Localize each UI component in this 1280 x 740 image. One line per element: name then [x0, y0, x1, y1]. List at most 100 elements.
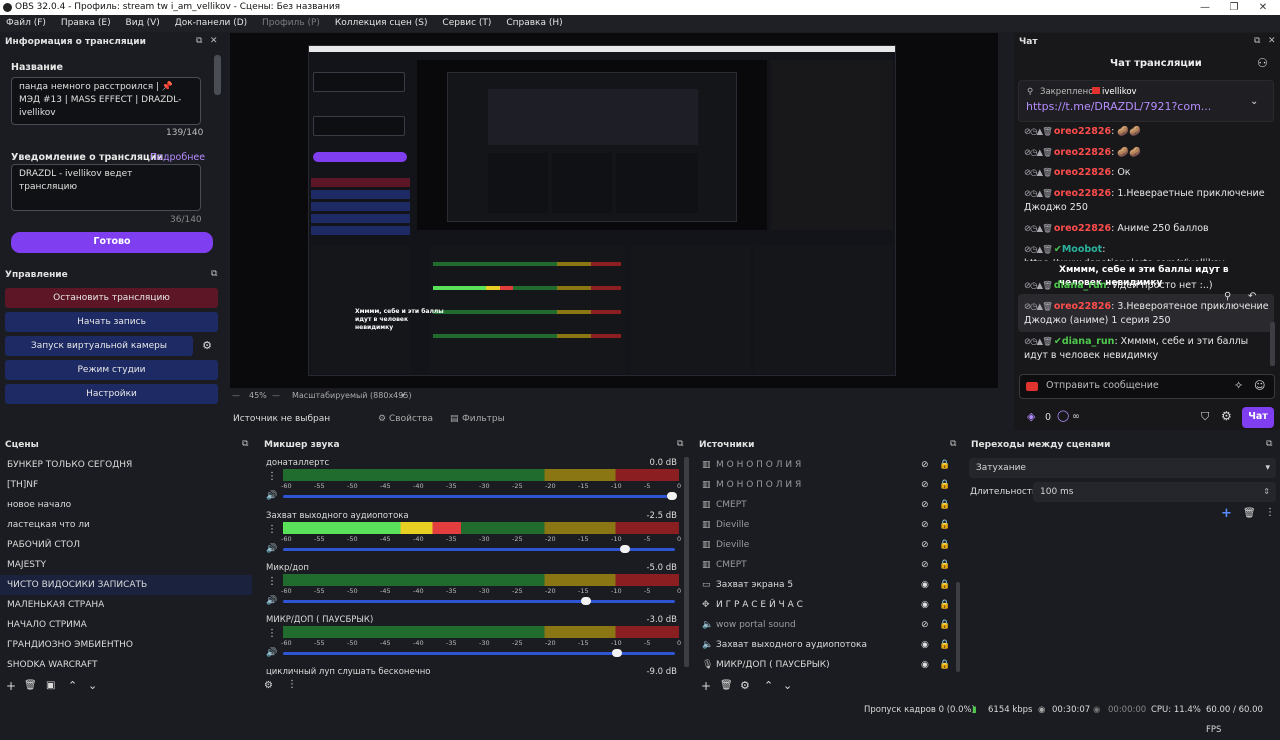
eye-hidden-icon[interactable]: ⊘: [921, 455, 929, 475]
duration-field[interactable]: 100 ms ⇕: [1033, 482, 1276, 502]
menu-scene-collection[interactable]: Коллекция сцен (S): [335, 18, 428, 28]
lock-icon[interactable]: 🔒: [939, 535, 950, 555]
sources-scrollbar[interactable]: [956, 582, 960, 672]
undock-icon[interactable]: ⧉: [1266, 439, 1272, 449]
chat-username[interactable]: oreo22826: [1054, 301, 1111, 312]
lock-icon[interactable]: 🔒: [939, 575, 950, 595]
eye-hidden-icon[interactable]: ⊘: [921, 515, 929, 535]
source-item[interactable]: ▭ Захват экрана 5 ◉ 🔒: [700, 575, 958, 595]
lock-icon[interactable]: 🔒: [939, 455, 950, 475]
source-item[interactable]: 🔈 wow portal sound ⊘ 🔒: [700, 615, 958, 635]
eye-hidden-icon[interactable]: ⊘: [921, 615, 929, 635]
moderation-icons[interactable]: ⊘◷▲🗑: [1024, 245, 1053, 255]
scene-item[interactable]: БУНКЕР ТОЛЬКО СЕГОДНЯ: [0, 455, 252, 475]
source-item[interactable]: ▥ М О Н О П О Л И Я ⊘ 🔒: [700, 455, 958, 475]
start-recording-button[interactable]: Начать запись: [5, 312, 218, 332]
chat-username[interactable]: oreo22826: [1054, 188, 1111, 199]
moderation-icons[interactable]: ⊘◷▲🗑: [1024, 337, 1053, 347]
filters-button[interactable]: Фильтры: [462, 408, 505, 430]
lock-icon[interactable]: 🔒: [939, 495, 950, 515]
properties-button[interactable]: Свойства: [389, 408, 433, 430]
speaker-icon[interactable]: 🔊: [266, 596, 277, 606]
learn-more-link[interactable]: Подробнее: [150, 152, 205, 163]
volume-slider-handle[interactable]: [667, 492, 677, 500]
source-item[interactable]: 🎙 МИКР/ДОП ( ПАУСБРЫК) ◉ 🔒: [700, 655, 958, 675]
move-up-icon[interactable]: ⌃: [764, 679, 773, 692]
menu-tools[interactable]: Сервис (T): [442, 18, 491, 28]
scene-item-selected[interactable]: ЧИСТО ВИДОСИКИ ЗАПИСАТЬ: [0, 575, 252, 595]
add-transition-icon[interactable]: +: [1221, 506, 1232, 521]
moderation-icons[interactable]: ⊘◷▲🗑: [1024, 168, 1053, 178]
move-down-icon[interactable]: ⌄: [783, 679, 792, 692]
gear-icon[interactable]: ⚙: [1221, 409, 1232, 423]
source-item[interactable]: ▥ Dieville ⊘ 🔒: [700, 535, 958, 555]
eye-icon[interactable]: ◉: [921, 635, 929, 655]
scene-item[interactable]: SHODKA WARCRAFT: [0, 655, 252, 675]
speaker-icon[interactable]: 🔊: [266, 491, 277, 501]
undock-icon[interactable]: ⧉: [242, 439, 248, 449]
lock-icon[interactable]: 🔒: [939, 475, 950, 495]
eye-icon[interactable]: ◉: [921, 655, 929, 675]
sparkle-icon[interactable]: ✧: [1234, 379, 1243, 392]
lock-icon[interactable]: 🔒: [939, 595, 950, 615]
volume-slider-track[interactable]: [283, 548, 675, 551]
lock-icon[interactable]: 🔒: [939, 635, 950, 655]
volume-slider-track[interactable]: [283, 495, 675, 498]
move-up-icon[interactable]: ⌃: [68, 679, 77, 692]
chat-username[interactable]: oreo22826: [1054, 167, 1111, 178]
chat-username[interactable]: diana_run: [1054, 280, 1107, 291]
start-virtual-camera-button[interactable]: Запуск виртуальной камеры: [5, 336, 193, 356]
moderation-icons[interactable]: ⊘◷▲🗑: [1024, 189, 1053, 199]
gear-icon[interactable]: ⚙: [196, 336, 218, 356]
info-scrollbar[interactable]: [214, 55, 221, 95]
volume-slider-track[interactable]: [283, 600, 675, 603]
close-button[interactable]: ✕: [1248, 0, 1278, 15]
remove-transition-icon[interactable]: 🗑: [1243, 508, 1256, 519]
scene-item[interactable]: РАБОЧИЙ СТОЛ: [0, 535, 252, 555]
emoji-icon[interactable]: ☺: [1254, 379, 1265, 392]
source-item[interactable]: ▥ Dieville ⊘ 🔒: [700, 515, 958, 535]
chat-scrollbar[interactable]: [1270, 322, 1275, 366]
source-properties-icon[interactable]: ⚙: [740, 679, 750, 692]
add-source-icon[interactable]: +: [701, 679, 711, 693]
channel-points-icon[interactable]: ◈: [1027, 410, 1035, 423]
source-item[interactable]: ▥ М О Н О П О Л И Я ⊘ 🔒: [700, 475, 958, 495]
menu-file[interactable]: Файл (F): [6, 18, 46, 28]
moderation-icons[interactable]: ⊘◷▲🗑: [1024, 127, 1053, 137]
undock-icon[interactable]: ⧉: [677, 439, 683, 449]
channel-menu-icon[interactable]: ⋮: [267, 628, 277, 639]
scene-item[interactable]: МАЛЕНЬКАЯ СТРАНА: [0, 595, 252, 615]
lock-icon[interactable]: 🔒: [939, 615, 950, 635]
channel-menu-icon[interactable]: ⋮: [267, 471, 277, 482]
scene-item[interactable]: [TH]NF: [0, 475, 252, 495]
volume-slider-handle[interactable]: [619, 545, 630, 553]
chevron-down-icon[interactable]: ▾: [401, 388, 405, 404]
remove-source-icon[interactable]: 🗑: [720, 680, 733, 691]
eye-hidden-icon[interactable]: ⊘: [921, 555, 929, 575]
undock-icon[interactable]: ⧉: [211, 269, 217, 279]
transition-menu-icon[interactable]: ⋮: [1265, 507, 1275, 518]
shield-icon[interactable]: ⛉: [1201, 410, 1209, 424]
chat-username[interactable]: oreo22826: [1054, 223, 1111, 234]
undock-icon[interactable]: ⧉: [1254, 36, 1260, 46]
source-item[interactable]: ▥ СМЕРТ ⊘ 🔒: [700, 555, 958, 575]
menu-profile[interactable]: Профиль (P): [262, 18, 320, 28]
volume-slider-handle[interactable]: [580, 597, 591, 605]
pin-message-icon[interactable]: ⚲: [1224, 291, 1231, 302]
menu-docks[interactable]: Док-панели (D): [175, 18, 247, 28]
stepper-icon[interactable]: ⇕: [1263, 482, 1270, 502]
menu-edit[interactable]: Правка (E): [61, 18, 111, 28]
scene-item[interactable]: НАЧАЛО СТРИМА: [0, 615, 252, 635]
reply-icon[interactable]: ↶: [1248, 291, 1256, 302]
speaker-icon[interactable]: 🔊: [266, 544, 277, 554]
send-chat-button[interactable]: Чат: [1242, 407, 1274, 428]
menu-help[interactable]: Справка (H): [506, 18, 562, 28]
minus-icon[interactable]: —: [232, 388, 240, 404]
undock-icon[interactable]: ⧉: [950, 439, 956, 449]
add-scene-icon[interactable]: +: [6, 679, 16, 693]
move-down-icon[interactable]: ⌄: [88, 679, 97, 692]
lock-icon[interactable]: 🔒: [939, 655, 950, 675]
scene-item[interactable]: MAJESTY: [0, 555, 252, 575]
chat-username[interactable]: oreo22826: [1054, 147, 1111, 158]
undock-icon[interactable]: ⧉: [196, 36, 202, 46]
